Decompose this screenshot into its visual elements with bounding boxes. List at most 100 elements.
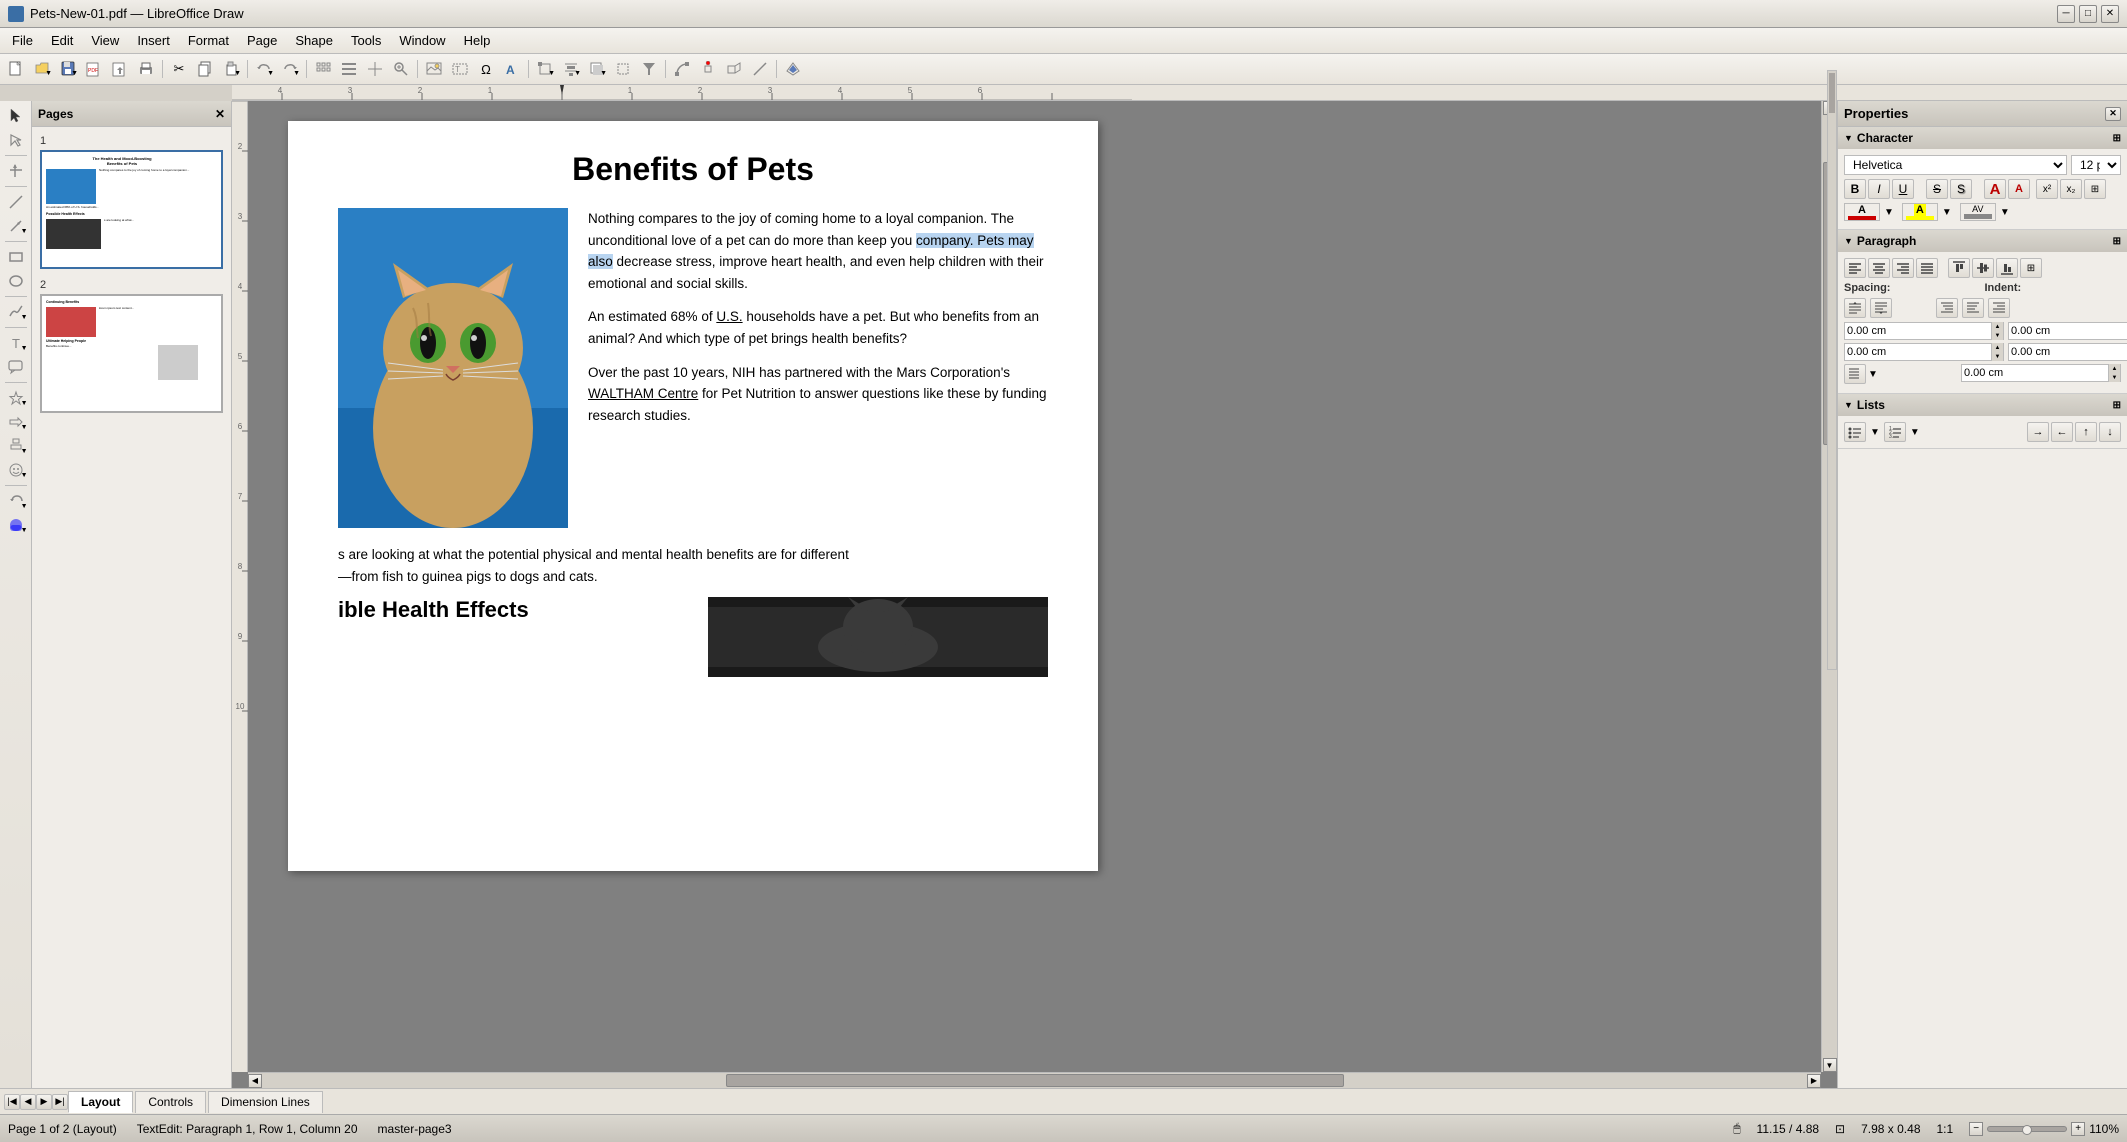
line-spacing-icon[interactable] xyxy=(1844,364,1866,384)
callout-tool[interactable] xyxy=(3,356,29,378)
snap-grid-button[interactable] xyxy=(311,58,335,80)
hscroll-thumb[interactable] xyxy=(726,1074,1344,1087)
page-1-thumbnail[interactable]: The Health and Mood-BoostingBenefits of … xyxy=(40,150,223,269)
filter-button[interactable] xyxy=(637,58,661,80)
cut-button[interactable]: ✂ xyxy=(167,58,191,80)
edit-points-button[interactable] xyxy=(670,58,694,80)
copy-button[interactable] xyxy=(193,58,217,80)
zoom-button[interactable] xyxy=(389,58,413,80)
print-button[interactable] xyxy=(134,58,158,80)
highlight-dropdown[interactable]: ▼ xyxy=(1942,207,1952,218)
tab-layout[interactable]: Layout xyxy=(68,1091,133,1113)
menu-help[interactable]: Help xyxy=(456,31,499,50)
line-tool[interactable] xyxy=(3,191,29,213)
page-2-thumbnail[interactable]: Continuing Benefits lorem ipsum text con… xyxy=(40,294,223,413)
bold-button[interactable]: B xyxy=(1844,179,1866,199)
font-color-dropdown[interactable]: ▼ xyxy=(1884,207,1894,218)
close-button[interactable]: ✕ xyxy=(2101,5,2119,23)
below-spin-up[interactable]: ▲ xyxy=(1991,343,2003,352)
rotate-tool[interactable]: ▼ xyxy=(3,490,29,512)
align-right-button[interactable] xyxy=(1892,258,1914,278)
hscroll-right[interactable]: ▶ xyxy=(1807,1074,1821,1088)
menu-shape[interactable]: Shape xyxy=(287,31,341,50)
menu-edit[interactable]: Edit xyxy=(43,31,81,50)
list-forward-button[interactable]: → xyxy=(2027,422,2049,442)
left-indent-field[interactable] xyxy=(2009,346,2127,358)
valign-top-button[interactable] xyxy=(1948,258,1970,278)
point-select-tool[interactable] xyxy=(3,129,29,151)
snap-points-button[interactable] xyxy=(363,58,387,80)
zoom-thumb[interactable] xyxy=(2022,1125,2032,1135)
rect-tool[interactable] xyxy=(3,246,29,268)
firstline-indent-field[interactable] xyxy=(1962,367,2108,379)
star-tool[interactable]: ▼ xyxy=(3,387,29,409)
select-tool[interactable] xyxy=(3,105,29,127)
increase-indent-btn[interactable] xyxy=(1936,298,1958,318)
above-para-btn[interactable] xyxy=(1844,298,1866,318)
below-spin-down[interactable]: ▼ xyxy=(1991,352,2003,361)
export-button[interactable] xyxy=(108,58,132,80)
menu-insert[interactable]: Insert xyxy=(129,31,178,50)
pages-panel-close[interactable]: ✕ xyxy=(215,107,225,121)
firstline-spin-up[interactable]: ▲ xyxy=(2108,364,2120,373)
insert-line-button[interactable] xyxy=(748,58,772,80)
menu-window[interactable]: Window xyxy=(391,31,453,50)
font-color-button[interactable]: A xyxy=(1844,203,1880,221)
paragraph-section-header[interactable]: ▼ Paragraph ⊞ xyxy=(1838,230,2127,252)
block-arrow-tool[interactable]: ▼ xyxy=(3,411,29,433)
undo-button[interactable]: ▼ xyxy=(252,58,276,80)
ordered-dropdown[interactable]: ▼ xyxy=(1910,427,1920,438)
shadow-button[interactable]: ▼ xyxy=(585,58,609,80)
align-center-button[interactable] xyxy=(1868,258,1890,278)
right-indent-field[interactable] xyxy=(2009,325,2127,337)
freehand-tool[interactable]: ▼ xyxy=(3,301,29,323)
highlight-color-button[interactable]: A xyxy=(1902,203,1938,221)
nav-prev-button[interactable]: ◀ xyxy=(20,1094,36,1110)
superscript-button[interactable]: x² xyxy=(2036,179,2058,199)
align-left-button[interactable] xyxy=(1844,258,1866,278)
zoom-slider[interactable] xyxy=(1987,1126,2067,1132)
menu-tools[interactable]: Tools xyxy=(343,31,389,50)
list-back-button[interactable]: ← xyxy=(2051,422,2073,442)
props-scroll-thumb[interactable] xyxy=(1829,73,1835,113)
gluepoints-button[interactable] xyxy=(696,58,720,80)
zoom-select-tool[interactable] xyxy=(3,160,29,182)
list-up-button[interactable]: ↑ xyxy=(2075,422,2097,442)
unordered-list-button[interactable] xyxy=(1844,422,1866,442)
valign-bottom-button[interactable] xyxy=(1996,258,2018,278)
nav-last-button[interactable]: ▶| xyxy=(52,1094,68,1110)
firstline-spin-down[interactable]: ▼ xyxy=(2108,373,2120,382)
save-button[interactable]: ▼ xyxy=(56,58,80,80)
minimize-button[interactable]: ─ xyxy=(2057,5,2075,23)
text-tool[interactable]: T ▼ xyxy=(3,332,29,354)
flowchart-tool[interactable]: ▼ xyxy=(3,435,29,457)
char-spacing-dropdown[interactable]: ▼ xyxy=(2000,207,2010,218)
arrow-tool[interactable]: ▼ xyxy=(3,215,29,237)
font-size-select[interactable]: 12 pt 10 pt 14 pt xyxy=(2071,155,2121,175)
line-spacing-dropdown[interactable]: ▼ xyxy=(1868,369,1878,380)
para-extra-button[interactable]: ⊞ xyxy=(2020,258,2042,278)
text-box-button[interactable]: T xyxy=(448,58,472,80)
above-spin-down[interactable]: ▼ xyxy=(1991,331,2003,340)
menu-file[interactable]: File xyxy=(4,31,41,50)
image-button[interactable] xyxy=(422,58,446,80)
vscroll-down[interactable]: ▼ xyxy=(1823,1058,1837,1072)
redo-button[interactable]: ▼ xyxy=(278,58,302,80)
subscript-button[interactable]: x₂ xyxy=(2060,179,2082,199)
character-section-header[interactable]: ▼ Character ⊞ xyxy=(1838,127,2127,149)
tab-controls[interactable]: Controls xyxy=(135,1091,206,1113)
maximize-button[interactable]: □ xyxy=(2079,5,2097,23)
paste-button[interactable]: ▼ xyxy=(219,58,243,80)
export-pdf-button[interactable]: PDF xyxy=(82,58,106,80)
unordered-dropdown[interactable]: ▼ xyxy=(1870,427,1880,438)
open-button[interactable]: ▼ xyxy=(30,58,54,80)
ellipse-tool[interactable] xyxy=(3,270,29,292)
tab-dimension-lines[interactable]: Dimension Lines xyxy=(208,1091,323,1113)
decrease-indent-btn[interactable] xyxy=(1962,298,1984,318)
above-spin-up[interactable]: ▲ xyxy=(1991,322,2003,331)
menu-format[interactable]: Format xyxy=(180,31,237,50)
ordered-list-button[interactable]: 1.2.3. xyxy=(1884,422,1906,442)
nav-first-button[interactable]: |◀ xyxy=(4,1094,20,1110)
shadow-button-char[interactable]: S xyxy=(1950,179,1972,199)
lists-section-header[interactable]: ▼ Lists ⊞ xyxy=(1838,394,2127,416)
